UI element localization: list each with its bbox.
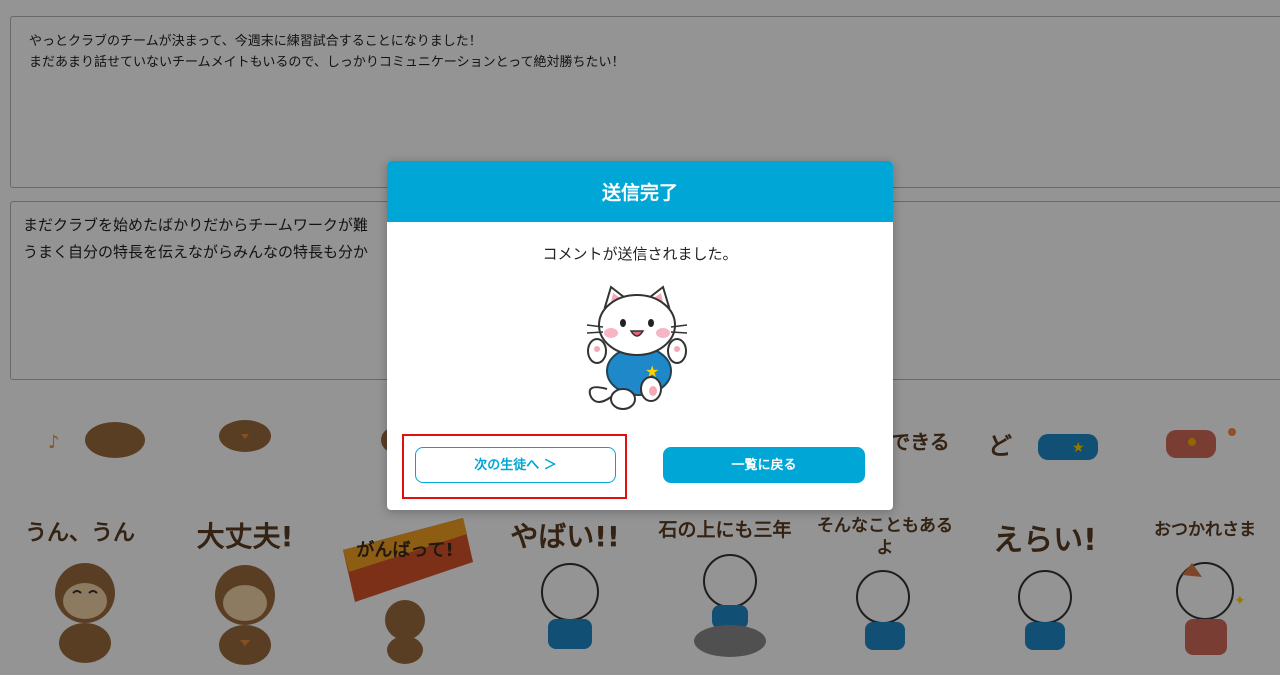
back-to-list-button[interactable]: 一覧に戻る: [663, 447, 865, 483]
highlight-box: [402, 434, 627, 499]
cat-mascot-icon: ★: [586, 285, 688, 410]
dialog-message: コメントが送信されました。: [542, 245, 738, 263]
dialog-title: 送信完了: [387, 161, 893, 222]
